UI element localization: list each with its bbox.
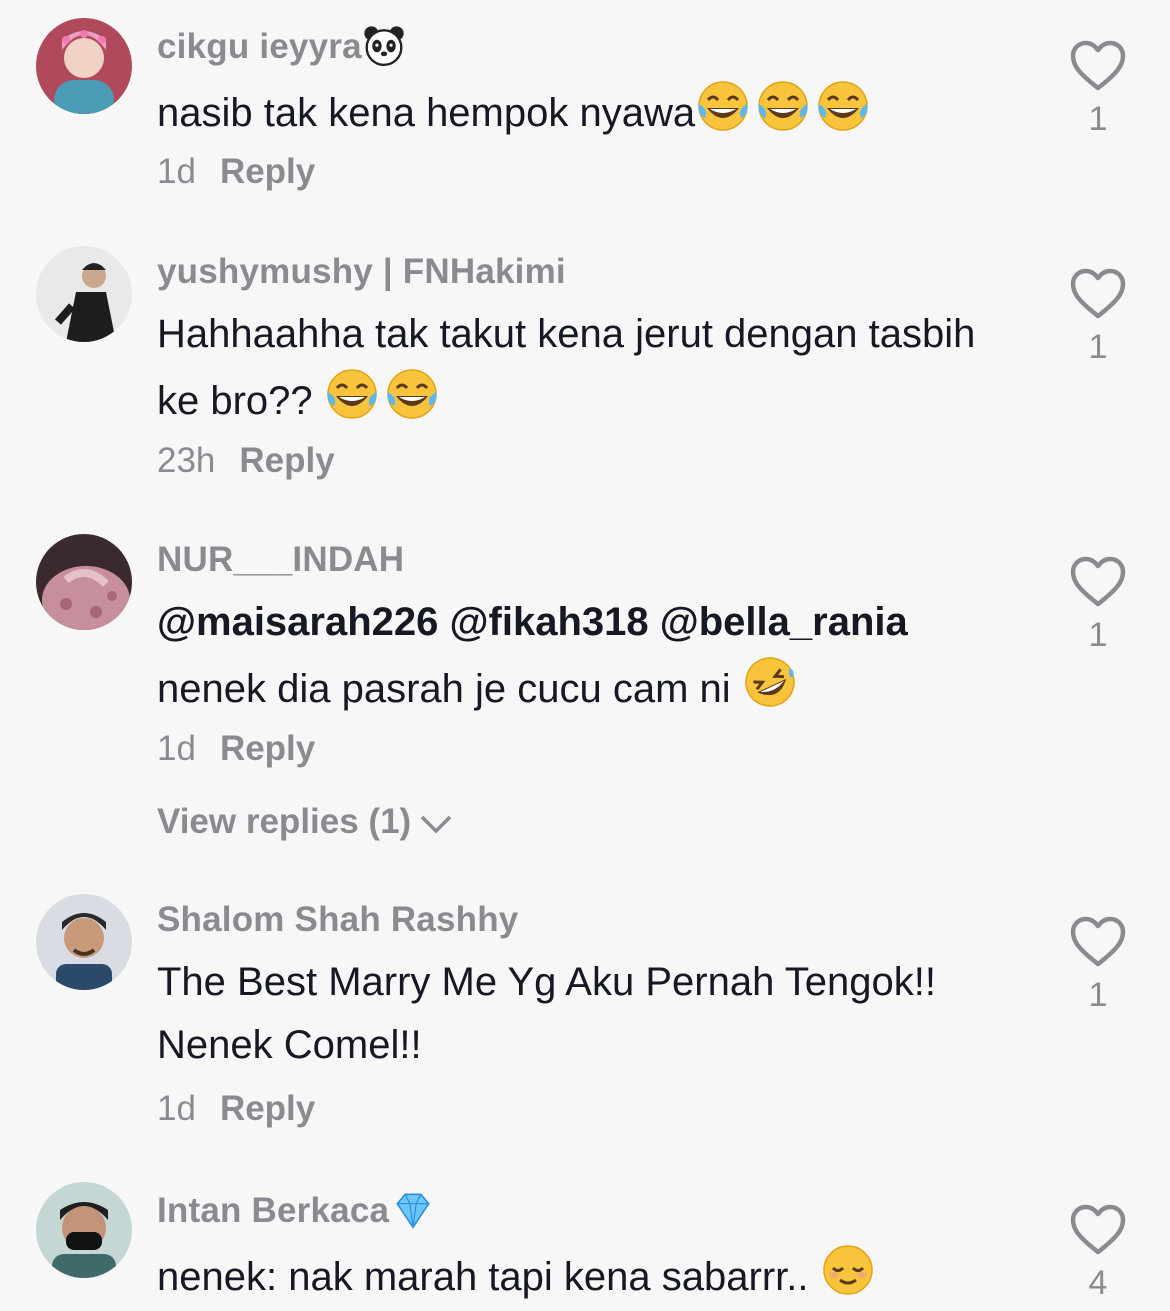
reply-button[interactable]: Reply [239,441,334,480]
heart-outline-icon [1070,268,1126,320]
like-button[interactable]: 1 [1068,268,1128,367]
view-replies-button[interactable]: View replies (1) [157,802,453,842]
rofl-emoji-icon [742,654,798,710]
relieved-emoji-icon [820,1242,876,1298]
heart-outline-icon [1070,40,1126,92]
comment-text: Hahhaahha tak takut kena jerut dengan ta… [157,312,976,423]
comment-meta: 1d Reply [157,152,315,192]
joy-emoji-icon [755,78,811,134]
comment-meta: 1d Reply [157,1089,315,1129]
avatar[interactable] [36,534,132,630]
heart-outline-icon [1070,556,1126,608]
like-button[interactable]: 1 [1068,916,1128,1015]
comment-meta: 23h Reply [157,441,335,481]
joy-emoji-icon [324,366,380,422]
avatar[interactable] [36,18,132,114]
username[interactable]: cikgu ieyyra [157,24,406,68]
comment-text: @maisarah226 @fikah318 @bella_rania nene… [157,591,1017,721]
mentions[interactable]: @maisarah226 @fikah318 @bella_rania [157,600,908,644]
comment-text: nasib tak kena hempok nyawa [157,78,1017,145]
comment-meta: 1d Reply [157,729,315,769]
username[interactable]: yushymushy | FNHakimi [157,252,566,292]
panda-emoji-icon [362,24,406,68]
username[interactable]: Shalom Shah Rashhy [157,900,518,940]
username[interactable]: NUR___INDAH [157,540,404,580]
reply-button[interactable]: Reply [220,729,315,768]
comment-text: nenek: nak marah tapi kena sabarrr.. [157,1242,1017,1309]
like-count: 1 [1088,328,1108,366]
like-button[interactable]: 1 [1068,40,1128,139]
joy-emoji-icon [384,366,440,422]
like-count: 4 [1088,1264,1108,1302]
timestamp: 1d [157,729,196,768]
timestamp: 23h [157,441,216,480]
like-button[interactable]: 1 [1068,556,1128,655]
avatar[interactable] [36,894,132,990]
like-count: 1 [1088,616,1108,654]
joy-emoji-icon [695,78,751,134]
like-count: 1 [1088,976,1108,1014]
reply-button[interactable]: Reply [220,152,315,191]
reply-button[interactable]: Reply [220,1089,315,1128]
gem-emoji-icon [389,1188,437,1232]
like-count: 1 [1088,100,1108,138]
joy-emoji-icon [815,78,871,134]
avatar[interactable] [36,1182,132,1278]
timestamp: 1d [157,152,196,191]
comment-text: The Best Marry Me Yg Aku Pernah Tengok!!… [157,960,936,1067]
chevron-down-icon [420,815,452,834]
heart-outline-icon [1070,916,1126,968]
timestamp: 1d [157,1089,196,1128]
heart-outline-icon [1070,1204,1126,1256]
username[interactable]: Intan Berkaca [157,1188,437,1232]
like-button[interactable]: 4 [1068,1204,1128,1303]
avatar[interactable] [36,246,132,342]
